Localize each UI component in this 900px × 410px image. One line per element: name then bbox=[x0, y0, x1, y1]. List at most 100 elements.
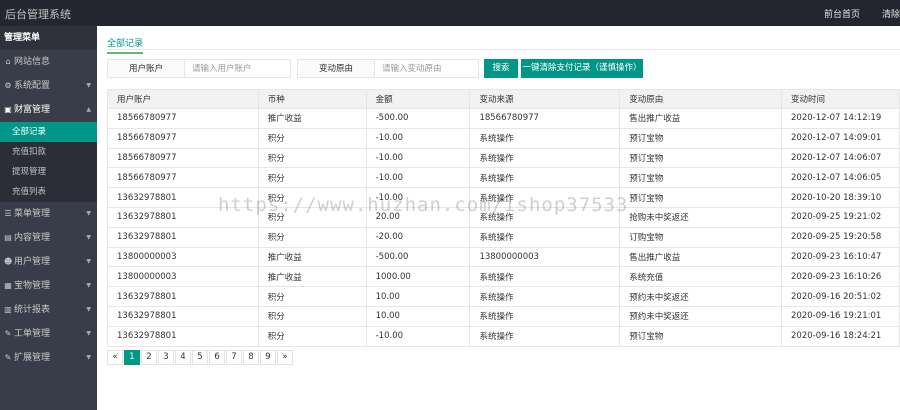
table-cell: 推广收益 bbox=[257, 246, 367, 268]
table-row: 13632978801 积分 -10.00 系统操作 预订宝物 2020-09-16 18… bbox=[107, 325, 900, 347]
table-cell: 13632978801 bbox=[107, 325, 259, 347]
sidebar-item-1[interactable]: ⚙ 系统配置 ▼ bbox=[0, 74, 97, 98]
sidebar-subitem-0[interactable]: 全部记录 bbox=[0, 122, 97, 142]
table-cell: -500.00 bbox=[365, 246, 471, 268]
table-cell: 2020-10-20 18:39:10 bbox=[781, 187, 900, 208]
table-cell: 系统操作 bbox=[469, 127, 621, 149]
table-cell: 13632978801 bbox=[107, 226, 259, 248]
sidebar-subitem-3[interactable]: 充值列表 bbox=[0, 182, 97, 202]
table-cell: 系统操作 bbox=[469, 226, 621, 248]
table-cell: 推广收益 bbox=[257, 108, 367, 129]
page-button[interactable]: 1 bbox=[124, 350, 140, 365]
caret-down-icon: ▼ bbox=[86, 330, 91, 337]
table-cell: 2020-12-07 14:06:05 bbox=[781, 167, 900, 189]
table-row: 13632978801 积分 10.00 系统操作 预约未中奖返还 2020-09-16 … bbox=[107, 286, 900, 307]
table-cell: 2020-09-16 19:21:01 bbox=[781, 305, 900, 327]
table-header: 用户账户 币种 金额 变动来源 变动原由 变动时间 bbox=[107, 89, 900, 109]
sidebar-item-3[interactable]: ☰ 菜单管理 ▼ bbox=[0, 202, 97, 226]
gift-icon: ▦ bbox=[4, 281, 12, 290]
table-cell: 2020-09-16 20:51:02 bbox=[781, 286, 900, 307]
table-cell: 13632978801 bbox=[107, 286, 259, 307]
page-button[interactable]: 9 bbox=[260, 350, 276, 365]
table-cell: 预约未中奖返还 bbox=[619, 286, 782, 307]
table-cell: 预订宝物 bbox=[619, 325, 782, 347]
caret-down-icon: ▼ bbox=[86, 354, 91, 361]
table-cell: 2020-09-23 16:10:26 bbox=[781, 266, 900, 288]
table-cell: 13800000003 bbox=[107, 246, 259, 268]
sidebar-subitem-1[interactable]: 充值扣款 bbox=[0, 142, 97, 162]
clear-cache-link[interactable]: 清除 bbox=[882, 7, 900, 20]
table-cell: 预约未中奖返还 bbox=[619, 305, 782, 327]
clear-records-button[interactable]: 一键清除支付记录（谨慎操作） bbox=[521, 59, 643, 78]
sidebar-item-2[interactable]: ▣ 财富管理 ▲ bbox=[0, 98, 97, 122]
page-next-button[interactable]: » bbox=[277, 350, 293, 365]
page-button[interactable]: 8 bbox=[243, 350, 259, 365]
table-cell: 系统充值 bbox=[619, 266, 782, 288]
table-cell: -10.00 bbox=[365, 325, 471, 347]
sidebar-item-label: 网站信息 bbox=[14, 57, 51, 67]
sidebar-item-label: 用户管理 bbox=[14, 257, 51, 267]
table-row: 13632978801 积分 -20.00 系统操作 订购宝物 2020-09-25 19… bbox=[107, 226, 900, 248]
sidebar-item-0[interactable]: ⌂ 网站信息 bbox=[0, 50, 97, 74]
table-cell: 积分 bbox=[257, 286, 367, 307]
caret-down-icon: ▼ bbox=[86, 282, 91, 289]
tab-all-records[interactable]: 全部记录 bbox=[107, 36, 144, 54]
page-button[interactable]: 3 bbox=[158, 350, 174, 365]
column-header: 变动来源 bbox=[469, 89, 621, 109]
sidebar-item-label: 工单管理 bbox=[14, 329, 51, 339]
sidebar-item-label: 扩展管理 bbox=[14, 353, 51, 363]
table-cell: 积分 bbox=[257, 226, 367, 248]
sidebar-item-label: 财富管理 bbox=[14, 105, 51, 115]
table-cell: -500.00 bbox=[365, 108, 471, 129]
table-cell: 系统操作 bbox=[469, 266, 621, 288]
frontend-home-link[interactable]: 前台首页 bbox=[824, 7, 860, 20]
home-icon: ⌂ bbox=[5, 57, 11, 66]
sidebar-item-label: 菜单管理 bbox=[14, 209, 51, 219]
sidebar-subitem-2[interactable]: 提现管理 bbox=[0, 162, 97, 182]
watermark-text: https://www.huzhan.com/ishop37533 bbox=[218, 194, 629, 216]
table-cell: 系统操作 bbox=[469, 286, 621, 307]
account-input[interactable]: 请输入用户账户 bbox=[185, 59, 291, 78]
sidebar-item-label: 宝物管理 bbox=[14, 281, 51, 291]
page-button[interactable]: 2 bbox=[141, 350, 157, 365]
table-cell: 订购宝物 bbox=[619, 226, 782, 248]
table-cell: 18566780977 bbox=[107, 127, 259, 149]
tab-divider bbox=[107, 49, 900, 50]
money-icon: ▣ bbox=[4, 105, 12, 114]
page-button[interactable]: 6 bbox=[209, 350, 225, 365]
table-cell: 积分 bbox=[257, 167, 367, 189]
table-cell: 13800000003 bbox=[107, 266, 259, 288]
table-cell: 售出推广收益 bbox=[619, 108, 782, 129]
column-header: 用户账户 bbox=[107, 89, 259, 109]
table-cell: 预订宝物 bbox=[619, 167, 782, 189]
search-button[interactable]: 搜索 bbox=[484, 59, 518, 78]
table-row: 18566780977 积分 -10.00 系统操作 预订宝物 2020-12-07 14… bbox=[107, 147, 900, 169]
sidebar-item-8[interactable]: ✎ 工单管理 ▼ bbox=[0, 322, 97, 346]
page-prev-button[interactable]: « bbox=[107, 350, 123, 365]
table-row: 13800000003 推广收益 -500.00 13800000003 售出推广收益 2… bbox=[107, 246, 900, 268]
table-cell: 推广收益 bbox=[257, 266, 367, 288]
sidebar-item-5[interactable]: ☻ 用户管理 ▼ bbox=[0, 250, 97, 274]
reason-label: 变动原由 bbox=[297, 59, 375, 78]
users-icon: ☻ bbox=[4, 257, 13, 266]
table-row: 18566780977 推广收益 -500.00 18566780977 售出推广收益 2… bbox=[107, 108, 900, 129]
caret-down-icon: ▼ bbox=[86, 234, 91, 241]
top-links: 前台首页 清除 bbox=[802, 7, 900, 20]
sidebar-item-6[interactable]: ▦ 宝物管理 ▼ bbox=[0, 274, 97, 298]
sidebar-item-4[interactable]: ▤ 内容管理 ▼ bbox=[0, 226, 97, 250]
sidebar-item-7[interactable]: ▥ 统计报表 ▼ bbox=[0, 298, 97, 322]
table-cell: 10.00 bbox=[365, 305, 471, 327]
chart-icon: ▥ bbox=[4, 305, 12, 314]
sidebar-title: 管理菜单 bbox=[0, 26, 97, 50]
sidebar-item-9[interactable]: ✎ 扩展管理 ▼ bbox=[0, 346, 97, 370]
table-row: 18566780977 积分 -10.00 系统操作 预订宝物 2020-12-07 14… bbox=[107, 127, 900, 149]
page-button[interactable]: 7 bbox=[226, 350, 242, 365]
column-header: 币种 bbox=[257, 89, 367, 109]
gears-icon: ⚙ bbox=[4, 81, 12, 90]
page-button[interactable]: 4 bbox=[175, 350, 191, 365]
app-title: 后台管理系统 bbox=[5, 8, 71, 21]
table-cell: 系统操作 bbox=[469, 167, 621, 189]
main-content: 全部记录 用户账户 请输入用户账户 变动原由 请输入变动原由 搜索 一键清除支付… bbox=[97, 26, 900, 410]
reason-input[interactable]: 请输入变动原由 bbox=[375, 59, 479, 78]
page-button[interactable]: 5 bbox=[192, 350, 208, 365]
